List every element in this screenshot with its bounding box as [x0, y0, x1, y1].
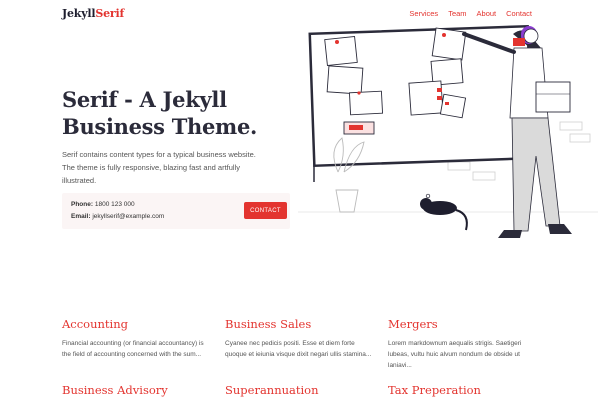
service-description: Cyanee nec pedicis positi. Esse et diem …: [225, 340, 372, 358]
email-value[interactable]: jekyllserif@example.com: [92, 213, 164, 220]
service-card-mergers[interactable]: Mergers Lorem markdownum aequalis strigi…: [388, 317, 538, 371]
service-title[interactable]: Business Sales: [225, 317, 375, 331]
logo-text-jekyll: Jekyll: [62, 7, 96, 20]
service-description: Lorem markdownum aequalis strigis. Saeti…: [388, 340, 522, 369]
service-card-business-advisory[interactable]: Business Advisory: [62, 383, 212, 397]
phone-value: 1800 123 000: [94, 201, 135, 208]
site-logo[interactable]: JekyllSerif: [62, 7, 124, 20]
service-card-business-sales[interactable]: Business Sales Cyanee nec pedicis positi…: [225, 317, 375, 360]
email-row: Email: jekyllserif@example.com: [71, 213, 164, 220]
main-nav: Services Team About Contact: [409, 9, 532, 18]
service-title[interactable]: Mergers: [388, 317, 538, 331]
service-description: Financial accounting (or financial accou…: [62, 340, 204, 358]
email-label: Email:: [71, 213, 91, 220]
service-title[interactable]: Tax Preperation: [388, 383, 538, 397]
hero-illustration: [298, 24, 598, 238]
nav-link-team[interactable]: Team: [448, 9, 466, 18]
service-card-tax-preperation[interactable]: Tax Preperation: [388, 383, 538, 397]
service-card-accounting[interactable]: Accounting Financial accounting (or fina…: [62, 317, 212, 360]
contact-button[interactable]: CONTACT: [244, 202, 287, 219]
service-title[interactable]: Superannuation: [225, 383, 375, 397]
cat-illustration: [420, 193, 468, 231]
nav-link-about[interactable]: About: [477, 9, 497, 18]
service-title[interactable]: Business Advisory: [62, 383, 212, 397]
nav-link-contact[interactable]: Contact: [506, 9, 532, 18]
logo-text-serif: Serif: [95, 7, 125, 20]
hero-description: Serif contains content types for a typic…: [62, 150, 256, 185]
service-title[interactable]: Accounting: [62, 317, 212, 331]
phone-label: Phone:: [71, 201, 94, 208]
contact-box: Phone: 1800 123 000 Email: jekyllserif@e…: [62, 193, 290, 229]
phone-row: Phone: 1800 123 000: [71, 201, 135, 208]
nav-link-services[interactable]: Services: [409, 9, 438, 18]
service-card-superannuation[interactable]: Superannuation: [225, 383, 375, 397]
hero-title: Serif - A Jekyll Business Theme.: [62, 87, 258, 139]
